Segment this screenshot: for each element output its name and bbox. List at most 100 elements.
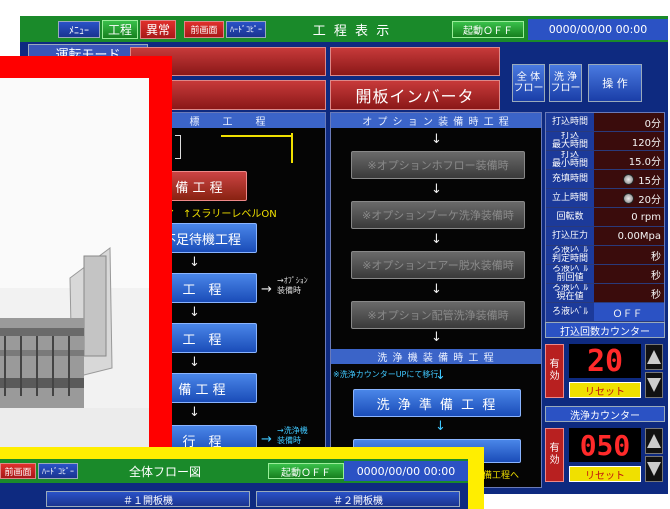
abnormal-button[interactable]: 異常 [140,20,176,39]
option-air-dewater-button[interactable]: ※オプションエアー脱水装備時 [351,251,525,279]
down-arrow-icon: ↓ [189,405,200,420]
up-triangle-icon[interactable] [645,428,663,454]
parameter-value: 0 rpm [594,208,664,226]
yellow-flow-line-top [221,135,293,137]
press-counter-title: 打込回数カウンター [545,322,665,338]
down-arrow-icon: ↓ [431,330,442,345]
option-process-panel: オ プ シ ョ ン 装 備 時 工 程 ↓ ※オプションホフロー装備時 ↓ ※オ… [330,112,542,488]
parameter-row: ろ液ﾚﾍﾞﾙ 判定時間 秒 [546,246,664,265]
parameter-value-text: 0.00Mpa [617,230,661,242]
down-arrow-icon: ↓ [435,368,446,383]
screen-title: 工 程 表 示 [312,24,392,39]
right-arrow-icon: → [261,282,272,297]
adjust-dial-icon[interactable] [623,192,635,204]
parameter-value-text: 秒 [651,270,661,282]
parameter-value-text: 秒 [651,289,661,301]
parameter-value-text: 0 rpm [631,211,661,223]
parameter-value: 秒 [594,246,664,264]
machine-photo [0,78,149,448]
overlay-hard-copy-button[interactable]: ﾊｰﾄﾞｺﾋﾟｰ [38,463,78,479]
parameter-row: 回転数 0 rpm [546,208,664,227]
process-button[interactable]: 工程 [102,20,138,39]
parameter-value-text: ＯＦＦ [612,308,643,320]
down-arrow-icon: ↓ [431,232,442,247]
red-header-bar-2 [330,47,500,76]
parameter-value: 秒 [594,265,664,283]
wash-process-header: 洗 浄 機 装 備 時 工 程 [331,349,541,364]
down-arrow-icon: ↓ [431,282,442,297]
option-pipe-wash-button[interactable]: ※オプション配管洗浄装備時 [351,301,525,329]
slurry-level-label: ↑スラリーレベルON [183,209,277,220]
wash-prep-step-button[interactable]: 洗 浄 準 備 工 程 [353,389,521,417]
down-arrow-icon: ↓ [189,355,200,370]
wash-equipped-note: →洗浄機 装備時 [277,426,308,445]
menu-button[interactable]: ﾒﾆｭｰ [58,21,100,38]
start-status-button[interactable]: 起動ＯＦＦ [452,21,524,38]
parameter-row: 立上時間 20分 [546,189,664,208]
down-arrow-icon: ↓ [435,419,446,434]
parameter-row: 打込 最大時間 120分 [546,132,664,151]
parameter-value[interactable]: 15分 [594,170,664,188]
up-triangle-icon[interactable] [645,344,663,370]
parameter-value-text: 120分 [631,137,661,149]
parameter-value: 秒 [594,284,664,302]
yellow-flow-line [291,133,293,163]
option-equipped-note: →ｵﾌﾟｼｮﾝ 装備時 [277,276,308,295]
parameter-label: 充填時間 [546,170,594,188]
down-triangle-icon[interactable] [645,456,663,482]
filter-press-machine-image [0,78,149,448]
option-bouquet-wash-button[interactable]: ※オプションブーケ洗浄装備時 [351,201,525,229]
parameter-value: 120分 [594,132,664,150]
overall-flow-window: 前画面 ﾊｰﾄﾞｺﾋﾟｰ 全体フロー図 起動ＯＦＦ 0000/00/00 00:… [0,459,468,509]
parameter-value-text: 15分 [638,175,661,187]
parameter-value: 0.00Mpa [594,227,664,245]
parameter-label: ろ液ﾚﾍﾞﾙ 現在値 [546,284,594,302]
parameter-label: 立上時間 [546,189,594,207]
parameter-value-text: 秒 [651,251,661,263]
parameter-row: 打込時間 0分 [546,113,664,132]
parameter-label: 回転数 [546,208,594,226]
overall-flow-button[interactable]: 全 体 フロー [512,64,545,102]
overall-flow-title: 全体フロー図 [128,464,201,479]
option-holflow-button[interactable]: ※オプションホフロー装備時 [351,151,525,179]
screenshot-stage: ﾒﾆｭｰ 工程 異常 前画面 ﾊｰﾄﾞｺﾋﾟｰ 工 程 表 示 起動ＯＦＦ 00… [0,0,670,509]
adjust-dial-icon[interactable] [623,173,635,185]
top-bar: ﾒﾆｭｰ 工程 異常 前画面 ﾊｰﾄﾞｺﾋﾟｰ 工 程 表 示 起動ＯＦＦ 00… [20,16,668,42]
operation-button[interactable]: 操 作 [588,64,642,102]
down-triangle-icon[interactable] [645,372,663,398]
right-arrow-icon: → [261,432,272,447]
flow-bracket [175,135,181,159]
parameter-value-text: 15.0分 [628,156,661,168]
prev-screen-button[interactable]: 前画面 [184,21,224,38]
wash-counter-reset-button[interactable]: リセット [569,466,641,482]
parameter-value-text: 0分 [644,118,661,130]
inverter-label: 開板インバータ [330,80,500,110]
parameter-label: 打込 最小時間 [546,151,594,169]
machine-2-tab[interactable]: ＃２開板機 [256,491,460,507]
parameter-row: 打込 最小時間 15.0分 [546,151,664,170]
parameter-value[interactable]: 20分 [594,189,664,207]
parameter-value-text: 20分 [638,194,661,206]
parameter-row: ろ液ﾚﾍﾞﾙ 前回値 秒 [546,265,664,284]
parameter-label: 打込圧力 [546,227,594,245]
press-counter-reset-button[interactable]: リセット [569,382,641,398]
wash-counter-title: 洗浄カウンター [545,406,665,422]
parameter-label: 打込 最大時間 [546,132,594,150]
overlay-start-status-button[interactable]: 起動ＯＦＦ [268,463,344,479]
parameter-value: 0分 [594,113,664,131]
machine-1-tab[interactable]: ＃１開板機 [46,491,250,507]
wash-counter-note: ※洗浄カウンターUPにて移行 [333,370,439,379]
parameter-value: 15.0分 [594,151,664,169]
parameter-label: 打込時間 [546,113,594,131]
down-arrow-icon: ↓ [431,132,442,147]
parameter-value: ＯＦＦ [594,303,664,321]
overlay-prev-screen-button[interactable]: 前画面 [0,463,36,479]
press-counter-enable[interactable]: 有 効 [545,344,564,398]
parameter-label: ろ液ﾚﾍﾞﾙ 判定時間 [546,246,594,264]
hard-copy-button[interactable]: ﾊｰﾄﾞｺﾋﾟｰ [226,21,266,38]
wash-flow-button[interactable]: 洗 浄 フロー [549,64,582,102]
down-arrow-icon: ↓ [431,182,442,197]
wash-counter-panel: 有 効 050 リセット [545,424,665,488]
parameter-row: 打込圧力 0.00Mpa [546,227,664,246]
wash-counter-enable[interactable]: 有 効 [545,428,564,482]
